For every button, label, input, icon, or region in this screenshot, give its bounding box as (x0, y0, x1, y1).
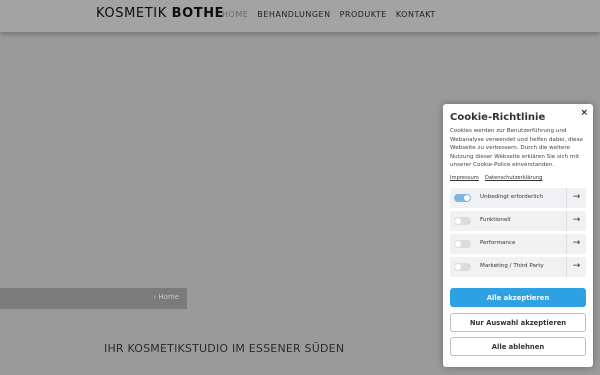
option-label: Performance (480, 240, 516, 246)
datenschutz-link[interactable]: Datenschutzerklärung (485, 175, 543, 181)
nav-item-behandlungen[interactable]: BEHANDLUNGEN (257, 10, 330, 19)
close-icon[interactable]: × (580, 108, 588, 118)
toggle-marketing[interactable] (454, 263, 471, 271)
arrow-right-icon[interactable]: → (566, 234, 586, 254)
logo-text-bold: BOTHE (171, 6, 225, 21)
option-label: Unbedingt erforderlich (480, 194, 544, 200)
cookie-description: Cookies werden zur Benutzerführung und W… (450, 128, 583, 169)
reject-all-button[interactable]: Alle ablehnen (450, 337, 586, 356)
nav-item-produkte[interactable]: PRODUKTE (340, 10, 387, 19)
cookie-option-performance: Performance → (450, 234, 586, 254)
cookie-links: Impressum Datenschutzerklärung (450, 175, 542, 181)
cookie-option-required: Unbedingt erforderlich → (450, 188, 586, 208)
nav-item-kontakt[interactable]: KONTAKT (396, 10, 436, 19)
arrow-right-icon[interactable]: → (566, 257, 586, 277)
breadcrumb: › Home (0, 288, 187, 309)
accept-selection-button[interactable]: Nur Auswahl akzeptieren (450, 313, 586, 332)
toggle-functional[interactable] (454, 217, 471, 225)
nav-item-home[interactable]: HOME (222, 10, 248, 19)
cookie-consent-dialog: Cookie-Richtlinie × Cookies werden zur B… (443, 104, 593, 367)
toggle-performance[interactable] (454, 240, 471, 248)
arrow-right-icon[interactable]: → (566, 188, 586, 208)
option-label: Marketing / Third Party (480, 263, 544, 269)
impressum-link[interactable]: Impressum (450, 175, 479, 181)
accept-all-button[interactable]: Alle akzeptieren (450, 288, 586, 307)
site-header: KOSMETIK BOTHE HOME BEHANDLUNGEN PRODUKT… (0, 0, 600, 32)
cookie-option-marketing: Marketing / Third Party → (450, 257, 586, 277)
arrow-right-icon[interactable]: → (566, 211, 586, 231)
site-logo[interactable]: KOSMETIK BOTHE (96, 6, 224, 21)
page-tagline: IHR KOSMETIKSTUDIO IM ESSENER SÜDEN (104, 342, 345, 355)
logo-text-light: KOSMETIK (96, 6, 167, 21)
cookie-option-functional: Funktionell → (450, 211, 586, 231)
option-label: Funktionell (480, 217, 511, 223)
breadcrumb-label: Home (158, 293, 179, 301)
main-nav: HOME BEHANDLUNGEN PRODUKTE KONTAKT (222, 10, 436, 19)
breadcrumb-home[interactable]: › Home (153, 293, 179, 301)
toggle-required[interactable] (454, 194, 471, 202)
cookie-title: Cookie-Richtlinie (450, 112, 546, 123)
